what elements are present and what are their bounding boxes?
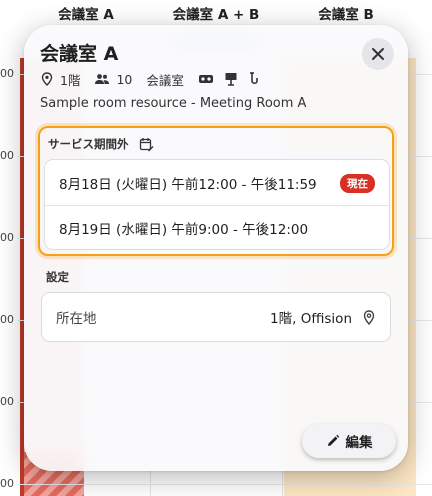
resource-meta: 1階 10 会議室: [40, 70, 260, 88]
calendar-edit-icon[interactable]: [139, 137, 154, 152]
column-header-room-b[interactable]: 会議室 B: [296, 0, 396, 26]
settings-label: 設定: [46, 270, 69, 284]
out-of-service-label: サービス期間外: [48, 136, 154, 152]
resource-detail-popup: 会議室 A 1階 10 会議室 Sample room resource - M…: [24, 25, 408, 471]
out-of-service-section: サービス期間外 8月18日 (火曜日) 午前12:00 - 午後11:59 現在…: [38, 126, 394, 256]
popup-title: 会議室 A: [40, 43, 119, 65]
edit-button[interactable]: 編集: [302, 424, 396, 458]
resource-type-text: 会議室: [146, 72, 184, 88]
out-of-service-item[interactable]: 8月19日 (水曜日) 午前9:00 - 午後12:00: [45, 205, 389, 249]
hour-tick: 00: [0, 395, 14, 408]
capacity-text: 10: [116, 71, 133, 87]
hour-tick: 00: [0, 67, 14, 80]
hour-tick: 00: [0, 231, 14, 244]
location-field[interactable]: 所在地 1階, Offision: [41, 292, 391, 342]
hour-tick: 00: [0, 477, 14, 490]
location-key: 所在地: [56, 311, 97, 327]
people-icon: [94, 72, 110, 86]
out-of-service-label-text: サービス期間外: [48, 137, 129, 151]
floor-text: 1階: [60, 72, 81, 88]
resource-description: Sample room resource - Meeting Room A: [40, 96, 307, 111]
column-header-room-ab[interactable]: 会議室 A + B: [158, 0, 274, 26]
pencil-icon: [327, 434, 339, 446]
out-of-service-item-text: 8月18日 (火曜日) 午前12:00 - 午後11:59: [59, 176, 317, 193]
hour-tick: 00: [0, 313, 14, 326]
close-button[interactable]: [362, 38, 394, 70]
audio-icon: [248, 72, 260, 86]
video-conference-icon: [198, 73, 214, 85]
current-badge: 現在: [340, 174, 375, 193]
column-header-room-a[interactable]: 会議室 A: [38, 0, 134, 26]
grid-line: [18, 484, 432, 485]
out-of-service-item-text: 8月19日 (水曜日) 午前9:00 - 午後12:00: [59, 222, 309, 238]
out-of-service-item[interactable]: 8月18日 (火曜日) 午前12:00 - 午後11:59 現在: [45, 160, 389, 205]
edit-button-label: 編集: [345, 435, 373, 451]
location-value: 1階, Offision: [270, 311, 352, 327]
location-pin-icon: [362, 309, 376, 325]
location-pin-icon: [40, 72, 54, 86]
hour-tick: 00: [0, 149, 14, 162]
out-of-service-list: 8月18日 (火曜日) 午前12:00 - 午後11:59 現在 8月19日 (…: [44, 159, 390, 250]
presentation-icon: [224, 72, 238, 86]
close-icon: [372, 48, 384, 60]
